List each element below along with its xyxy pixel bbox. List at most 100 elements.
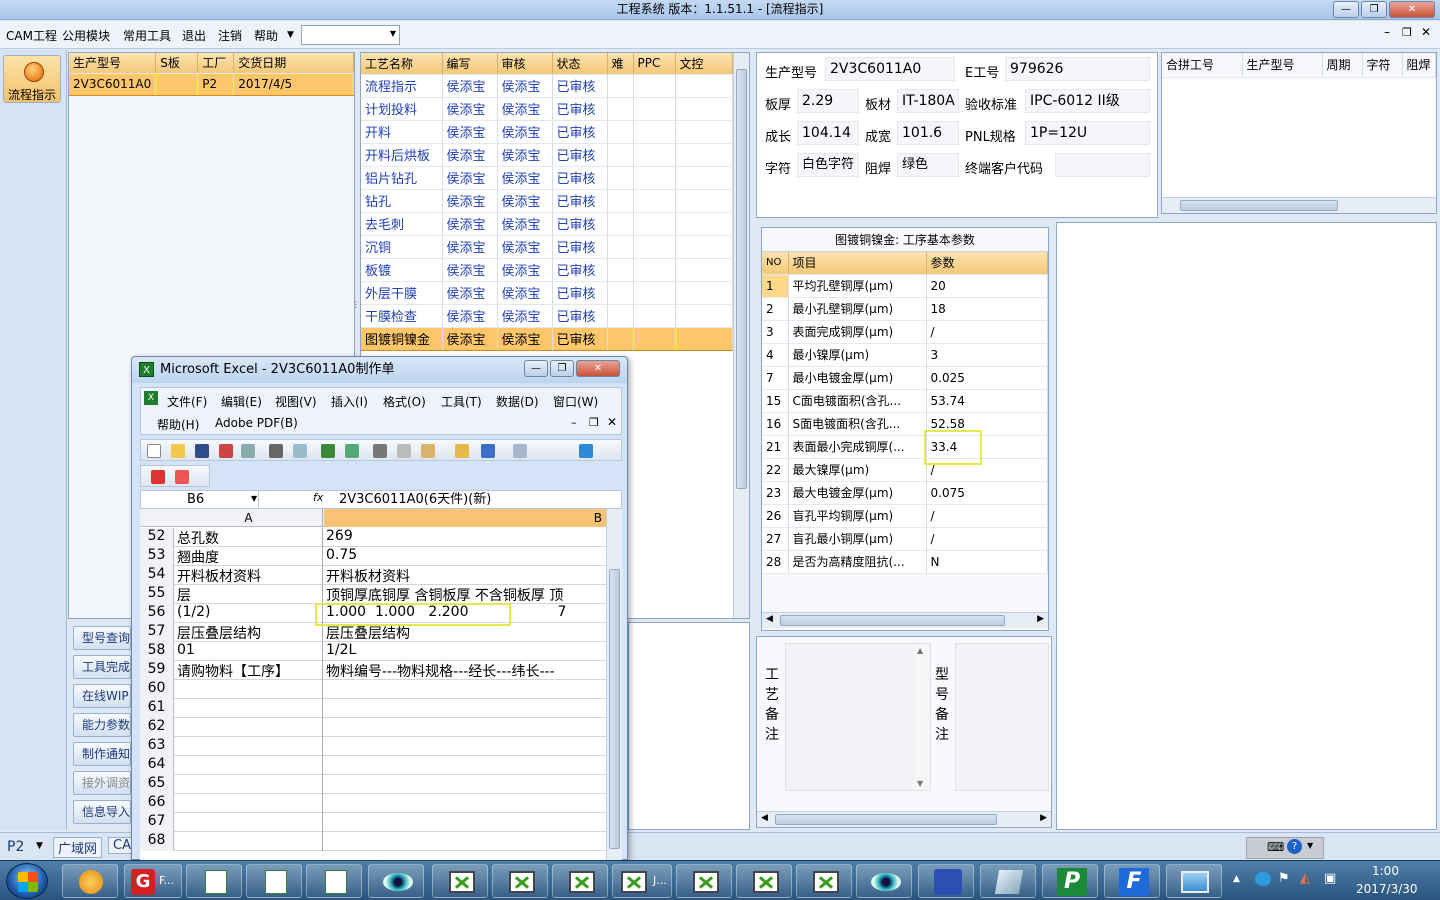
taskbar-window-4[interactable]: J... [612,864,672,898]
menu-logout[interactable]: 注销 [218,27,242,44]
pdf-email-icon[interactable] [175,470,189,484]
excel-maximize-button[interactable]: ❐ [550,360,574,377]
close-button[interactable]: ✕ [1389,1,1435,18]
taskbar-f-app[interactable]: F [1104,864,1160,898]
cell-a[interactable] [175,718,323,737]
scroll-left-icon[interactable]: ◀ [761,813,768,823]
table-row[interactable]: 板镀 侯添宝 侯添宝 已审核 [361,258,733,282]
splitter-grip[interactable]: ⋮ [352,300,360,330]
formula-input[interactable]: 2V3C6011A0(6天件)(新) [339,491,491,508]
params-value[interactable]: / [926,504,1048,528]
online-wip-button[interactable]: 在线WIP [73,684,131,708]
maximize-button[interactable]: ❐ [1361,1,1387,18]
row-header[interactable]: 68 [140,832,174,851]
mdi-restore-icon[interactable]: ❐ [1402,26,1412,39]
preview-icon[interactable] [293,444,307,458]
taskbar-image-app[interactable] [1166,864,1222,898]
process-scrollbar[interactable] [733,53,749,618]
row-header[interactable]: 57 [140,623,174,642]
params-value[interactable]: / [926,320,1048,344]
research-icon[interactable] [345,444,359,458]
taskbar-window-3[interactable] [552,864,608,898]
taskbar-excel-1[interactable] [186,864,242,898]
nav-flow-button[interactable]: 流程指示 [3,55,61,103]
cell-a[interactable] [175,775,323,794]
cell-a[interactable]: (1/2) [175,604,323,623]
clock-time[interactable]: 1:00 [1372,864,1399,878]
cell-b[interactable] [324,756,606,775]
excel-vscroll[interactable] [606,509,622,861]
info-import-button[interactable]: 信息导入 [73,800,131,824]
taskbar-shell-app[interactable] [62,864,118,898]
table-row[interactable]: 去毛刺 侯添宝 侯添宝 已审核 [361,212,733,236]
table-row[interactable]: 开料后烘板 侯添宝 侯添宝 已审核 [361,143,733,167]
row-header[interactable]: 60 [140,680,174,699]
cell-a[interactable]: 层 [175,585,323,604]
cell-a[interactable] [175,699,323,718]
taskbar-disk-app[interactable] [918,864,974,898]
excel-menu-format[interactable]: 格式(O) [383,393,426,410]
excel-menu-insert[interactable]: 插入(I) [331,393,368,410]
table-row[interactable]: 2 最小孔壁铜厚(μm) 18 [762,297,1048,321]
redo-icon[interactable] [513,444,527,458]
row-header[interactable]: 65 [140,775,174,794]
taskbar-eye-app[interactable] [368,864,424,898]
excel-doc-minimize-icon[interactable]: – [571,416,577,429]
menu-cam[interactable]: CAM工程 [6,27,57,44]
process-header-status[interactable]: 状态 [552,53,608,75]
menu-common-tools[interactable]: 常用工具 [123,27,171,44]
new-icon[interactable] [147,444,161,458]
cell-b[interactable] [324,813,606,832]
cell-b[interactable]: 0.75 [324,547,606,566]
orders-header-factory[interactable]: 工厂 [197,53,235,74]
clock-date[interactable]: 2017/3/30 [1356,882,1418,896]
column-header-a[interactable]: A [175,509,323,527]
table-row[interactable]: 流程指示 侯添宝 侯添宝 已审核 [361,74,733,98]
process-header-name[interactable]: 工艺名称 [361,53,443,75]
production-notice-button[interactable]: 制作通知 [73,742,131,766]
cell-a[interactable]: 总孔数 [175,528,323,547]
status-network[interactable]: 广域网 [53,837,103,858]
row-header[interactable]: 61 [140,699,174,718]
table-row[interactable]: 干膜检查 侯添宝 侯添宝 已审核 [361,304,733,328]
orders-header-model[interactable]: 生产型号 [69,53,157,74]
fx-icon[interactable]: fx [313,491,323,504]
table-row[interactable]: 4 最小镍厚(μm) 3 [762,343,1048,367]
cell-b[interactable] [324,699,606,718]
cell-a[interactable]: 01 [175,642,323,661]
minimize-button[interactable]: — [1333,1,1359,18]
fill-color-icon[interactable] [579,444,593,458]
params-value[interactable]: / [926,527,1048,551]
notes-scrollbar[interactable]: ▲ ▼ [914,644,930,790]
scroll-thumb[interactable] [775,814,997,825]
process-notes-textarea[interactable]: ▲ ▼ [785,643,931,791]
excel-doc-icon[interactable]: X [144,391,158,405]
cell-b[interactable]: 顶铜厚底铜厚 含铜板厚 不含铜板厚 顶 [324,585,606,604]
scroll-thumb[interactable] [609,569,620,849]
params-hscroll[interactable]: ◀ ▶ [762,612,1048,628]
menu-combo[interactable]: ▼ [301,25,400,45]
params-value[interactable]: 3 [926,343,1048,367]
cell-b[interactable]: 开料板材资料 [324,566,606,585]
notes-hscroll[interactable]: ◀ ▶ [757,811,1051,827]
model-notes-textarea[interactable] [955,643,1049,791]
table-row[interactable]: 钻孔 侯添宝 侯添宝 已审核 [361,189,733,213]
cell-a[interactable]: 开料板材资料 [175,566,323,585]
row-header[interactable]: 55 [140,585,174,604]
cell-a[interactable]: 翘曲度 [175,547,323,566]
scroll-thumb[interactable] [780,615,1005,626]
params-value[interactable]: 18 [926,297,1048,321]
row-header[interactable]: 53 [140,547,174,566]
pdf-icon[interactable] [151,470,165,484]
cell-a[interactable] [175,737,323,756]
merge-header-char[interactable]: 字符 [1362,53,1403,78]
undo-icon[interactable] [481,444,495,458]
excel-menu-file[interactable]: 文件(F) [167,393,207,410]
process-header-reviewer[interactable]: 审核 [497,53,553,75]
params-header-value[interactable]: 参数 [926,252,1048,275]
cell-b[interactable] [324,794,606,813]
help-icon[interactable]: ? [1287,839,1302,854]
table-row[interactable]: 22 最大镍厚(μm) / [762,458,1048,482]
merge-header-mask[interactable]: 阻焊 [1402,53,1436,78]
excel-menu-help[interactable]: 帮助(H) [157,416,199,433]
